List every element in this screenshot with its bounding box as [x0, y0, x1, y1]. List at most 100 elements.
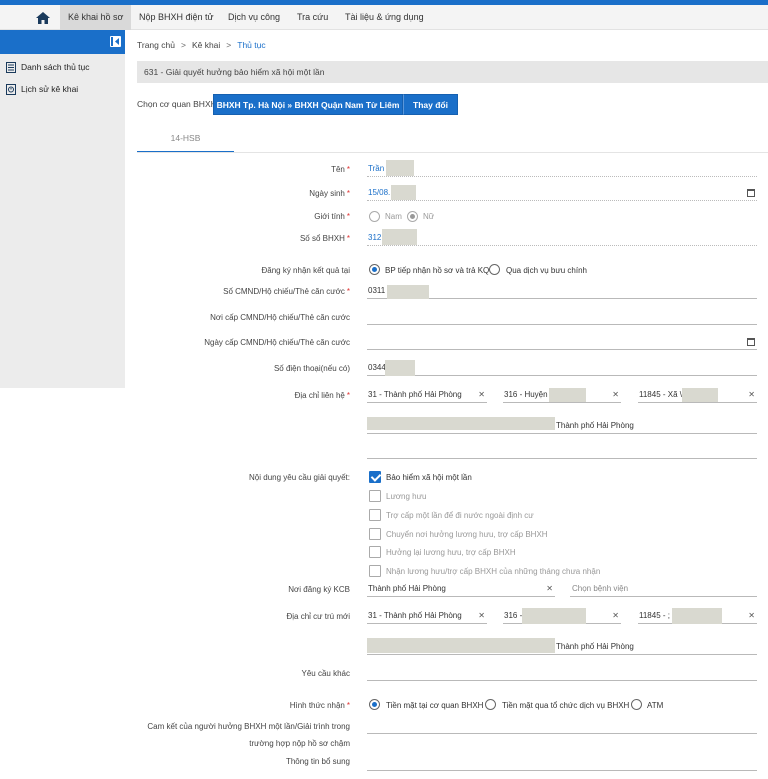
receive-service-radio[interactable] — [485, 699, 496, 710]
extra-info-field[interactable] — [367, 753, 757, 771]
receive-office-radio[interactable] — [369, 699, 380, 710]
clear-icon[interactable]: ✕ — [612, 390, 619, 399]
calendar-icon[interactable] — [747, 338, 755, 346]
request-option-2-label: Trợ cấp một lần để đi nước ngoài định cư — [386, 511, 534, 520]
residence-district-select[interactable]: 316 - ✕ — [503, 606, 621, 624]
redacted-block — [391, 185, 416, 200]
clear-icon[interactable]: ✕ — [546, 584, 553, 593]
nav-dich-vu-cong[interactable]: Dịch vụ công — [228, 5, 280, 30]
receive-atm-radio[interactable] — [631, 699, 642, 710]
redacted-block — [672, 608, 722, 624]
sidebar-header — [0, 30, 125, 54]
change-agency-button[interactable]: Thay đổi — [403, 94, 458, 115]
agency-select-button[interactable]: BHXH Tp. Hà Nội » BHXH Quận Nam Từ Liêm — [213, 94, 403, 115]
commitment-field[interactable] — [367, 716, 757, 734]
request-option-3-label: Chuyển nơi hưởng lương hưu, trợ cấp BHXH — [386, 530, 548, 539]
request-option-1-label: Lương hưu — [386, 492, 427, 501]
nav-tra-cuu[interactable]: Tra cứu — [297, 5, 328, 30]
clear-icon[interactable]: ✕ — [478, 611, 485, 620]
id-place-field[interactable] — [367, 307, 757, 325]
home-icon[interactable] — [29, 9, 57, 26]
kcb-hospital-select[interactable]: Chọn bệnh viện — [570, 579, 757, 597]
id-number-label: Số CMND/Hộ chiếu/Thẻ căn cước * — [223, 287, 350, 296]
request-option-2-checkbox[interactable] — [369, 509, 381, 521]
contact-province-select[interactable]: 31 - Thành phố Hải Phòng ✕ — [367, 385, 487, 403]
clear-icon[interactable]: ✕ — [748, 390, 755, 399]
sidebar-item-label: Danh sách thủ tục — [21, 62, 90, 72]
residence-province-select[interactable]: 31 - Thành phố Hải Phòng ✕ — [367, 606, 487, 624]
clear-icon[interactable]: ✕ — [748, 611, 755, 620]
receive-method-label: Hình thức nhận * — [289, 701, 350, 710]
residence-label: Địa chỉ cư trú mới — [286, 612, 351, 621]
redacted-block — [522, 608, 586, 624]
tab-divider — [137, 152, 768, 153]
receive-service-label: Tiền mặt qua tổ chức dịch vụ BHXH — [502, 701, 630, 710]
breadcrumb: Trang chủ > Kê khai > Thủ tục — [137, 40, 266, 50]
residence-ward-select[interactable]: 11845 - ; ✕ — [638, 606, 757, 624]
nav-ke-khai-ho-so[interactable]: Kê khai hồ sơ — [60, 5, 132, 30]
tab-14-hsb[interactable]: 14-HSB — [137, 127, 234, 153]
name-label: Tên * — [331, 165, 350, 174]
extra-info-label: Thông tin bổ sung — [285, 757, 350, 766]
history-icon — [6, 83, 16, 95]
kcb-province-value: Thành phố Hải Phòng — [368, 584, 446, 593]
other-request-field[interactable] — [367, 663, 757, 681]
residence-district-value: 316 - — [504, 611, 523, 620]
gender-male-label: Nam — [385, 212, 402, 221]
breadcrumb-home[interactable]: Trang chủ — [137, 40, 175, 50]
contact-full-address-value: Thành phố Hải Phòng — [556, 421, 634, 430]
contact-full-address-field[interactable]: Thành phố Hải Phòng — [367, 416, 757, 434]
request-option-0-label: Bảo hiểm xã hội một lần — [386, 473, 472, 482]
receive-office-label: Tiền mặt tại cơ quan BHXH — [386, 701, 484, 710]
id-number-value: 0311 — [368, 286, 386, 295]
sidebar-item-lich-su[interactable]: Lịch sử kê khai — [6, 82, 78, 96]
id-date-field[interactable] — [367, 332, 757, 350]
request-option-1-checkbox[interactable] — [369, 490, 381, 502]
kcb-province-select[interactable]: Thành phố Hải Phòng ✕ — [367, 579, 555, 597]
request-option-5-checkbox[interactable] — [369, 565, 381, 577]
social-id-label: Số sổ BHXH * — [299, 234, 350, 243]
redacted-block — [367, 417, 555, 430]
list-icon — [6, 61, 16, 73]
receive-atm-label: ATM — [647, 701, 664, 710]
redacted-block — [385, 360, 415, 376]
residence-full-address-field[interactable]: Thành phố Hải Phòng — [367, 637, 757, 655]
result-at-office-radio[interactable] — [369, 264, 380, 275]
commitment-label-line1: Cam kết của người hưởng BHXH một lần/Giả… — [147, 722, 350, 731]
result-at-post-radio[interactable] — [489, 264, 500, 275]
name-field[interactable]: Trần — [367, 159, 757, 177]
contact-district-select[interactable]: 316 - Huyện ' ✕ — [503, 385, 621, 403]
request-option-5-label: Nhận lương hưu/trợ cấp BHXH của những th… — [386, 567, 601, 576]
gender-male-radio[interactable] — [369, 211, 380, 222]
id-number-field[interactable]: 0311 — [367, 281, 757, 299]
request-option-0-checkbox[interactable] — [369, 471, 381, 483]
clear-icon[interactable]: ✕ — [478, 390, 485, 399]
breadcrumb-ke-khai[interactable]: Kê khai — [192, 40, 220, 50]
dob-label: Ngày sinh * — [309, 189, 350, 198]
top-navigation: Kê khai hồ sơ Nộp BHXH điện tử Dịch vụ c… — [0, 5, 768, 30]
residence-province-value: 31 - Thành phố Hải Phòng — [368, 611, 462, 620]
redacted-block — [382, 229, 417, 245]
nav-tai-lieu[interactable]: Tài liệu & ứng dụng — [345, 5, 424, 30]
collapse-sidebar-icon[interactable] — [110, 36, 121, 47]
phone-field[interactable]: 0344 — [367, 358, 757, 376]
procedure-title: 631 - Giải quyết hưởng bảo hiểm xã hội m… — [137, 61, 768, 83]
kcb-hospital-placeholder: Chọn bệnh viện — [572, 584, 629, 593]
clear-icon[interactable]: ✕ — [612, 611, 619, 620]
request-option-4-label: Hưởng lại lương hưu, trợ cấp BHXH — [386, 548, 516, 557]
dob-value: 15/08. — [368, 188, 391, 197]
social-id-value: 312 — [368, 233, 382, 242]
residence-ward-value: 11845 - ; — [639, 611, 670, 620]
sidebar-item-danh-sach[interactable]: Danh sách thủ tục — [6, 60, 90, 74]
phone-value: 0344 — [368, 363, 386, 372]
social-id-field[interactable]: 312 — [367, 228, 757, 246]
gender-female-radio[interactable] — [407, 211, 418, 222]
dob-field[interactable]: 15/08. — [367, 183, 757, 201]
contact-ward-select[interactable]: 11845 - Xã \ ✕ — [638, 385, 757, 403]
name-value: Trần — [368, 164, 385, 173]
request-option-3-checkbox[interactable] — [369, 528, 381, 540]
contact-address-extra-field[interactable] — [367, 441, 757, 459]
calendar-icon[interactable] — [747, 189, 755, 197]
nav-nop-bhxh[interactable]: Nộp BHXH điện tử — [139, 5, 214, 30]
request-option-4-checkbox[interactable] — [369, 546, 381, 558]
